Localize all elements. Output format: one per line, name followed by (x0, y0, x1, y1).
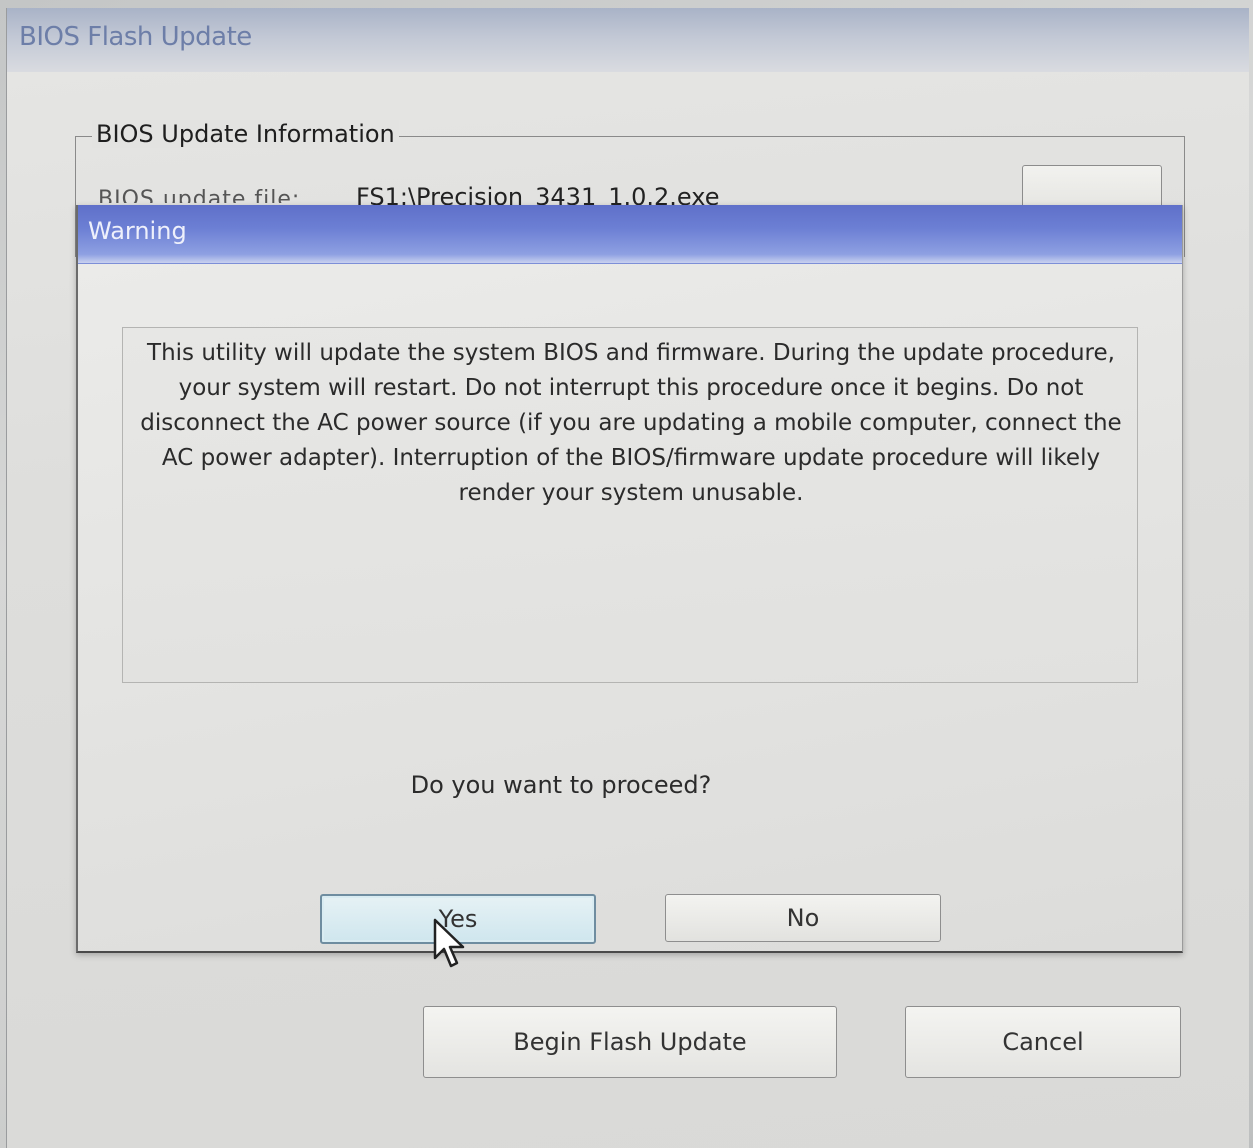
cancel-button[interactable]: Cancel (905, 1006, 1181, 1078)
mouse-pointer-icon (433, 918, 465, 968)
warning-message-text: This utility will update the system BIOS… (140, 340, 1122, 506)
begin-flash-update-button[interactable]: Begin Flash Update (423, 1006, 837, 1078)
proceed-prompt: Do you want to proceed? (410, 771, 712, 799)
main-title-bar: BIOS Flash Update (7, 8, 1249, 72)
warning-dialog: Warning This utility will update the sys… (76, 205, 1183, 953)
main-window-title: BIOS Flash Update (19, 22, 252, 52)
screen: BIOS Flash Update BIOS Update Informatio… (0, 0, 1253, 1148)
info-group-legend: BIOS Update Information (92, 120, 399, 148)
warning-message-box: This utility will update the system BIOS… (122, 327, 1138, 683)
warning-title-bar: Warning (78, 205, 1182, 264)
warning-dialog-title: Warning (88, 217, 187, 245)
no-button[interactable]: No (665, 894, 941, 942)
bios-update-file-label: BIOS update file: (98, 187, 301, 203)
